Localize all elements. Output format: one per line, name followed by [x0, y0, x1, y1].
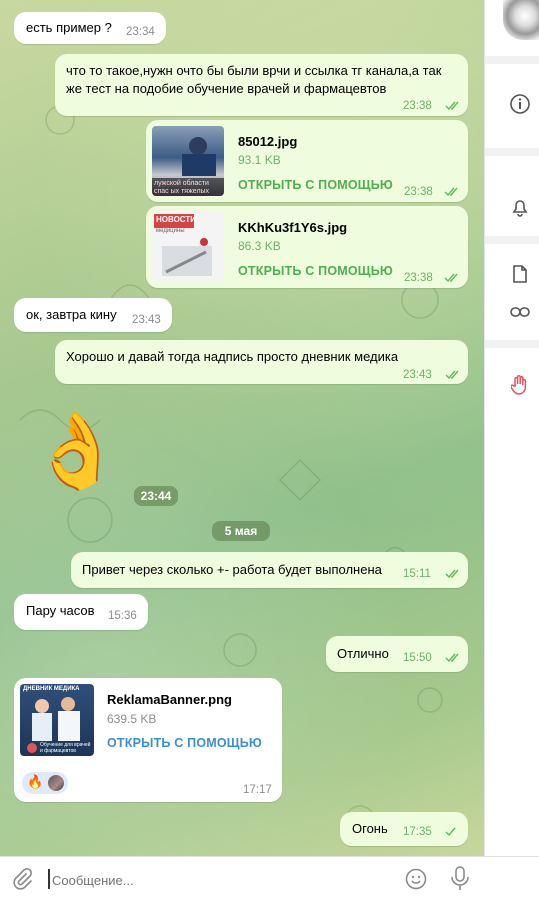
- message-text: Огонь: [352, 821, 388, 836]
- read-check-icon: [445, 370, 459, 380]
- thumbnail-caption: лужской области спас ых тяжелых пациенто: [154, 180, 210, 195]
- paperclip-icon[interactable]: [10, 867, 34, 891]
- reaction-badge[interactable]: 🔥: [22, 772, 68, 794]
- message-text: есть пример ?: [26, 20, 112, 35]
- open-with-link[interactable]: ОТКРЫТЬ С ПОМОЩЬЮ: [238, 264, 393, 278]
- hand-icon[interactable]: [511, 374, 529, 396]
- message-time: 15:50: [403, 652, 432, 664]
- open-with-link[interactable]: ОТКРЫТЬ С ПОМОЩЬЮ: [107, 736, 262, 750]
- file-message-outgoing[interactable]: НОВОСТИ медицины KKhKu3f1Y6s.jpg 86.3 KB…: [146, 206, 468, 288]
- file-name: KKhKu3f1Y6s.jpg: [238, 220, 348, 235]
- message-time: 17:35: [403, 826, 432, 838]
- image-thumbnail[interactable]: НОВОСТИ медицины: [152, 212, 224, 282]
- message-time: 23:43: [132, 314, 161, 326]
- message-time: 23:43: [403, 369, 432, 381]
- reactor-avatar: [48, 775, 64, 791]
- message-incoming[interactable]: Пару часов 15:36: [14, 594, 148, 630]
- image-thumbnail[interactable]: лужской области спас ых тяжелых пациенто: [152, 126, 224, 196]
- message-text: Отлично: [337, 646, 389, 661]
- message-incoming[interactable]: ок, завтра кину 23:43: [14, 298, 172, 332]
- image-thumbnail[interactable]: ДНЕВНИК МЕДИКА Обучение для врачей и фар…: [20, 684, 94, 756]
- file-size: 86.3 KB: [238, 239, 281, 253]
- message-text: Привет через сколько +- работа будет вып…: [82, 562, 382, 577]
- message-text-line1: что то такое,нужн очто бы были врчи и сс…: [66, 63, 442, 78]
- right-sidebar: [484, 0, 539, 856]
- chat-area: есть пример ? 23:34 что то такое,нужн оч…: [0, 0, 484, 856]
- read-check-icon: [445, 101, 459, 111]
- message-text: ок, завтра кину: [26, 307, 117, 322]
- message-outgoing[interactable]: Привет через сколько +- работа будет вып…: [71, 552, 468, 588]
- message-time: 23:38: [404, 186, 433, 198]
- message-text: Пару часов: [26, 603, 95, 618]
- message-time: 23:38: [403, 100, 432, 112]
- emoji-icon[interactable]: [404, 867, 428, 891]
- link-icon[interactable]: [509, 302, 531, 322]
- message-input-bar: [0, 856, 539, 901]
- message-time: 15:11: [403, 568, 431, 580]
- file-size: 639.5 KB: [107, 712, 157, 726]
- file-icon[interactable]: [510, 264, 530, 284]
- info-icon[interactable]: [509, 93, 531, 115]
- sent-check-icon: [445, 827, 456, 837]
- message-time: 17:17: [243, 784, 272, 796]
- message-text: Хорошо и давай тогда надпись просто днев…: [66, 349, 399, 364]
- bell-icon[interactable]: [509, 196, 531, 218]
- read-check-icon: [445, 653, 459, 663]
- message-outgoing[interactable]: что то такое,нужн очто бы были врчи и сс…: [55, 54, 468, 116]
- message-outgoing[interactable]: Хорошо и давай тогда надпись просто днев…: [55, 340, 468, 384]
- sticker-ok-hand[interactable]: 👌: [30, 396, 122, 506]
- file-name: ReklamaBanner.png: [107, 692, 232, 707]
- message-time: 15:36: [108, 610, 137, 622]
- read-check-icon: [444, 187, 458, 197]
- message-incoming[interactable]: есть пример ? 23:34: [14, 12, 166, 44]
- open-with-link[interactable]: ОТКРЫТЬ С ПОМОЩЬЮ: [238, 178, 393, 192]
- message-time: 23:38: [404, 272, 433, 284]
- avatar[interactable]: [503, 0, 539, 40]
- file-message-outgoing[interactable]: лужской области спас ых тяжелых пациенто…: [146, 120, 468, 202]
- message-time: 23:34: [126, 26, 155, 38]
- microphone-icon[interactable]: [449, 865, 471, 893]
- message-input[interactable]: [50, 867, 384, 893]
- read-check-icon: [444, 273, 458, 283]
- file-size: 93.1 KB: [238, 153, 281, 167]
- message-text-line2: же тест на подобие обучение врачей и фар…: [66, 81, 387, 96]
- file-message-incoming[interactable]: ДНЕВНИК МЕДИКА Обучение для врачей и фар…: [14, 678, 282, 802]
- file-name: 85012.jpg: [238, 134, 298, 149]
- photo-preview: [162, 238, 212, 276]
- message-outgoing[interactable]: Огонь 17:35: [340, 812, 468, 846]
- thumbnail-subtitle: Обучение для врачей и фармацевтов: [40, 742, 91, 754]
- message-outgoing[interactable]: Отлично 15:50: [326, 636, 468, 672]
- date-divider: 5 мая: [212, 521, 270, 541]
- fire-reaction-icon: 🔥: [27, 774, 44, 789]
- read-check-icon: [445, 569, 459, 579]
- sticker-time: 23:44: [134, 486, 178, 506]
